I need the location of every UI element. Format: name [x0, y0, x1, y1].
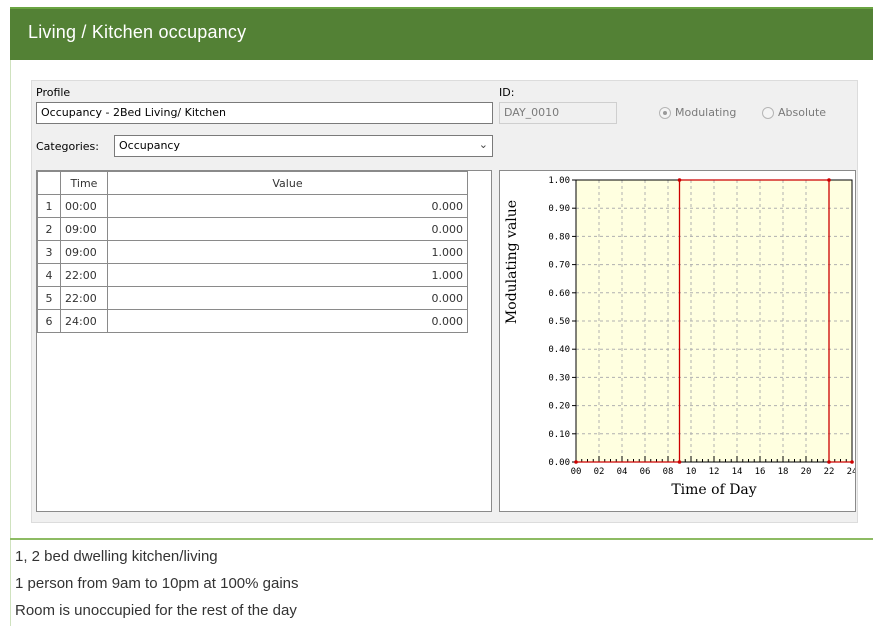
row-number: 4 [37, 263, 61, 287]
id-label: ID: [499, 86, 515, 99]
time-cell[interactable]: 09:00 [60, 217, 108, 241]
x-tick-label: 22 [824, 467, 835, 477]
value-cell[interactable]: 0.000 [107, 194, 468, 218]
radio-unselected-icon [762, 106, 774, 119]
description-line-3: Room is unoccupied for the rest of the d… [15, 602, 297, 619]
row-number: 2 [37, 217, 61, 241]
profile-chart-svg: 0.00 0.10 0.20 0.30 0.40 0.50 0.60 0.70 0.80 0.90… [504, 176, 857, 498]
y-tick-label: 1.00 [548, 176, 570, 186]
y-tick-label: 0.00 [548, 458, 570, 468]
categories-select[interactable]: Occupancy ⌄ [114, 135, 493, 157]
x-tick-label: 16 [755, 467, 766, 477]
table-header-row: Time Value [37, 171, 468, 195]
value-cell[interactable]: 1.000 [107, 263, 468, 287]
y-axis-title: Modulating value [504, 200, 520, 324]
profile-table: Time Value 1 00:00 0.000 2 09:00 0.000 3 09:00 1… [36, 170, 492, 512]
y-tick-label: 0.10 [548, 430, 570, 440]
series-point [677, 460, 682, 464]
table-row[interactable]: 2 09:00 0.000 [37, 217, 468, 241]
x-tick-label: 20 [801, 467, 812, 477]
time-cell[interactable]: 00:00 [60, 194, 108, 218]
value-cell[interactable]: 0.000 [107, 286, 468, 310]
table-row[interactable]: 5 22:00 0.000 [37, 286, 468, 310]
x-tick-label: 00 [571, 467, 582, 477]
categories-label: Categories: [36, 140, 99, 153]
x-tick-label: 10 [686, 467, 697, 477]
value-column-header[interactable]: Value [107, 171, 468, 195]
time-cell[interactable]: 22:00 [60, 286, 108, 310]
x-tick-label: 24 [847, 467, 855, 477]
table-row[interactable]: 3 09:00 1.000 [37, 240, 468, 264]
categories-select-value: Occupancy [119, 139, 180, 152]
table-row[interactable]: 6 24:00 0.000 [37, 309, 468, 333]
series-point [574, 460, 578, 464]
x-tick-label: 18 [778, 467, 789, 477]
value-cell[interactable]: 0.000 [107, 217, 468, 241]
chevron-down-icon[interactable]: ⌄ [479, 138, 488, 151]
x-tick-label: 06 [640, 467, 651, 477]
page-title: Living / Kitchen occupancy [28, 22, 247, 42]
row-number: 5 [37, 286, 61, 310]
radio-selected-icon [659, 106, 671, 119]
x-tick-label: 14 [732, 467, 743, 477]
y-tick-label: 0.20 [548, 402, 570, 412]
id-field: DAY_0010 [499, 102, 617, 124]
modulating-radio[interactable]: Modulating [659, 106, 736, 119]
x-axis-title: Time of Day [671, 482, 756, 498]
x-tick-label: 08 [663, 467, 674, 477]
y-tick-label: 0.80 [548, 232, 570, 242]
series-point [827, 178, 831, 182]
profile-name-field[interactable]: Occupancy - 2Bed Living/ Kitchen [36, 102, 493, 124]
time-column-header[interactable]: Time [60, 171, 108, 195]
y-tick-label: 0.90 [548, 204, 570, 214]
absolute-radio[interactable]: Absolute [762, 106, 826, 119]
series-point [827, 460, 831, 464]
row-number: 6 [37, 309, 61, 333]
x-tick-label: 04 [617, 467, 628, 477]
description-line-1: 1, 2 bed dwelling kitchen/living [15, 548, 218, 565]
page-header: Living / Kitchen occupancy [10, 7, 873, 60]
profile-chart: 0.00 0.10 0.20 0.30 0.40 0.50 0.60 0.70 0.80 0.90… [499, 170, 857, 512]
time-cell[interactable]: 24:00 [60, 309, 108, 333]
row-number: 1 [37, 194, 61, 218]
time-cell[interactable]: 09:00 [60, 240, 108, 264]
row-number: 3 [37, 240, 61, 264]
profile-label: Profile [36, 86, 71, 99]
left-rule [10, 60, 11, 626]
y-tick-label: 0.60 [548, 289, 570, 299]
table-row[interactable]: 4 22:00 1.000 [37, 263, 468, 287]
y-tick-label: 0.30 [548, 373, 570, 383]
y-tick-label: 0.50 [548, 317, 570, 327]
description-line-2: 1 person from 9am to 10pm at 100% gains [15, 575, 299, 592]
x-tick-label: 12 [709, 467, 720, 477]
value-cell[interactable]: 1.000 [107, 240, 468, 264]
value-cell[interactable]: 0.000 [107, 309, 468, 333]
x-tick-label: 02 [594, 467, 605, 477]
section-divider [10, 538, 873, 540]
y-tick-label: 0.40 [548, 345, 570, 355]
row-number-header [37, 171, 61, 195]
table-row[interactable]: 1 00:00 0.000 [37, 194, 468, 218]
series-point [850, 460, 854, 464]
y-tick-label: 0.70 [548, 261, 570, 271]
time-cell[interactable]: 22:00 [60, 263, 108, 287]
series-point [677, 178, 682, 182]
